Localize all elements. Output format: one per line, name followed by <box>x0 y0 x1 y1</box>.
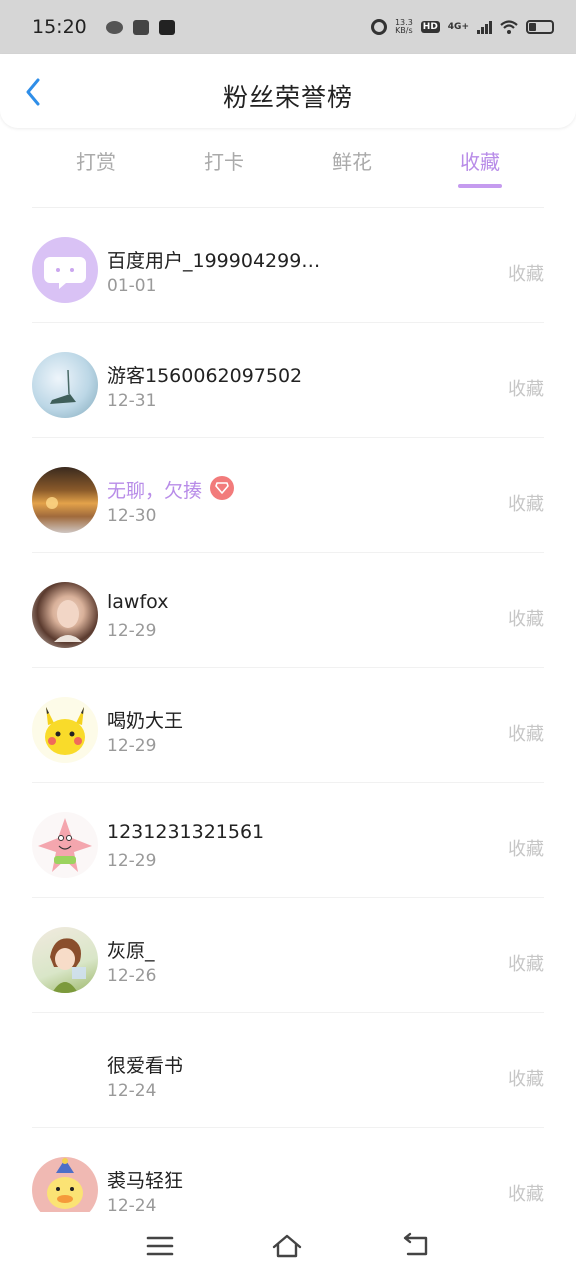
user-name: 灰原_ <box>107 940 155 962</box>
wechat-icon <box>106 20 123 34</box>
row-date: 12-24 <box>107 1081 157 1101</box>
home-icon[interactable] <box>271 1230 303 1262</box>
user-name: lawfox <box>107 591 169 613</box>
user-name: 很爱看书 <box>107 1055 184 1077</box>
list-item[interactable]: 灰原_ 12-26 收藏 <box>0 898 576 1013</box>
signal-icon <box>477 20 492 34</box>
portrait-photo <box>54 600 82 642</box>
row-action: 收藏 <box>508 379 544 400</box>
tab-label: 收藏 <box>460 150 500 174</box>
avatar[interactable] <box>32 352 98 418</box>
list-item[interactable]: 1231231321561 12-29 收藏 <box>0 783 576 898</box>
avatar[interactable] <box>32 237 98 303</box>
duck-photo <box>47 1158 83 1209</box>
row-action: 收藏 <box>508 839 544 860</box>
chat-bubble-icon <box>44 257 86 289</box>
tab-label: 打卡 <box>204 150 244 174</box>
row-action: 收藏 <box>508 1184 544 1205</box>
row-action: 收藏 <box>508 264 544 285</box>
sunset-photo <box>46 497 58 509</box>
list-item[interactable]: 裘马轻狂 12-24 收藏 <box>0 1128 576 1212</box>
list-item[interactable]: 喝奶大王 12-29 收藏 <box>0 668 576 783</box>
avatar[interactable] <box>32 582 98 648</box>
avatar[interactable] <box>32 812 98 878</box>
user-name: 1231231321561 <box>107 821 265 843</box>
avatar[interactable] <box>32 1042 98 1108</box>
net-speed: 13.3 KB/s <box>395 19 413 35</box>
tab-flowers[interactable]: 鲜花 <box>288 140 416 192</box>
row-date: 12-24 <box>107 1196 157 1212</box>
battery-icon <box>526 20 554 34</box>
hd-label: HD <box>420 21 440 33</box>
page-title: 粉丝荣誉榜 <box>222 83 353 112</box>
row-date: 12-29 <box>107 621 157 641</box>
system-icons: 13.3 KB/s HD 4G+ <box>370 19 554 35</box>
system-nav-bar <box>0 1212 576 1280</box>
menu-icon[interactable] <box>144 1230 176 1262</box>
list-item[interactable]: 百度用户_199904299… 01-01 收藏 <box>0 208 576 323</box>
pikachu-photo <box>45 707 85 755</box>
row-action: 收藏 <box>508 954 544 975</box>
status-bar: 15:20 13.3 KB/s HD 4G+ <box>0 0 576 54</box>
landscape-photo <box>50 369 76 404</box>
row-action: 收藏 <box>508 724 544 745</box>
anime-girl-photo <box>50 938 86 993</box>
vip-badge-icon <box>210 476 234 500</box>
tab-checkin[interactable]: 打卡 <box>160 140 288 192</box>
user-name: 裘马轻狂 <box>107 1170 184 1192</box>
user-name: 百度用户_199904299… <box>107 250 321 272</box>
alarm-icon <box>370 19 387 35</box>
row-date: 12-26 <box>107 966 157 986</box>
row-action: 收藏 <box>508 1069 544 1090</box>
list-item[interactable]: 无聊，欠揍 12-30 收藏 <box>0 438 576 553</box>
avatar[interactable] <box>32 467 98 533</box>
wifi-icon <box>500 20 518 34</box>
patrick-star-photo <box>38 818 92 872</box>
page-header: 粉丝荣誉榜 <box>0 54 576 128</box>
row-date: 12-29 <box>107 736 157 756</box>
user-name: 游客1560062097502 <box>107 365 303 387</box>
user-name: 无聊，欠揍 <box>107 480 203 502</box>
avatar[interactable] <box>32 927 98 993</box>
notification-icons <box>106 19 175 35</box>
tab-active-indicator <box>458 184 502 188</box>
network-type: 4G+ <box>447 22 469 32</box>
net-speed-unit: KB/s <box>395 26 413 35</box>
row-date: 01-01 <box>107 276 157 296</box>
row-date: 12-31 <box>107 391 157 411</box>
list-item[interactable]: 游客1560062097502 12-31 收藏 <box>0 323 576 438</box>
avatar[interactable] <box>32 1157 98 1212</box>
row-action: 收藏 <box>508 609 544 630</box>
tab-reward[interactable]: 打赏 <box>32 140 160 192</box>
tab-bar: 打赏 打卡 鲜花 收藏 <box>32 140 544 192</box>
list-item[interactable]: lawfox 12-29 收藏 <box>0 553 576 668</box>
back-icon[interactable] <box>400 1230 432 1262</box>
avatar[interactable] <box>32 697 98 763</box>
status-time: 15:20 <box>32 16 87 38</box>
tab-label: 鲜花 <box>332 150 372 174</box>
row-action: 收藏 <box>508 494 544 515</box>
row-date: 12-30 <box>107 506 157 526</box>
fan-list: 百度用户_199904299… 01-01 收藏 游客1560062097502… <box>0 208 576 1212</box>
user-name: 喝奶大王 <box>107 710 184 732</box>
list-item[interactable]: 很爱看书 12-24 收藏 <box>0 1013 576 1128</box>
tab-label: 打赏 <box>76 150 116 174</box>
row-date: 12-29 <box>107 851 157 871</box>
mail-icon <box>133 19 149 35</box>
tiktok-icon <box>159 19 175 35</box>
tab-favorites[interactable]: 收藏 <box>416 140 544 192</box>
